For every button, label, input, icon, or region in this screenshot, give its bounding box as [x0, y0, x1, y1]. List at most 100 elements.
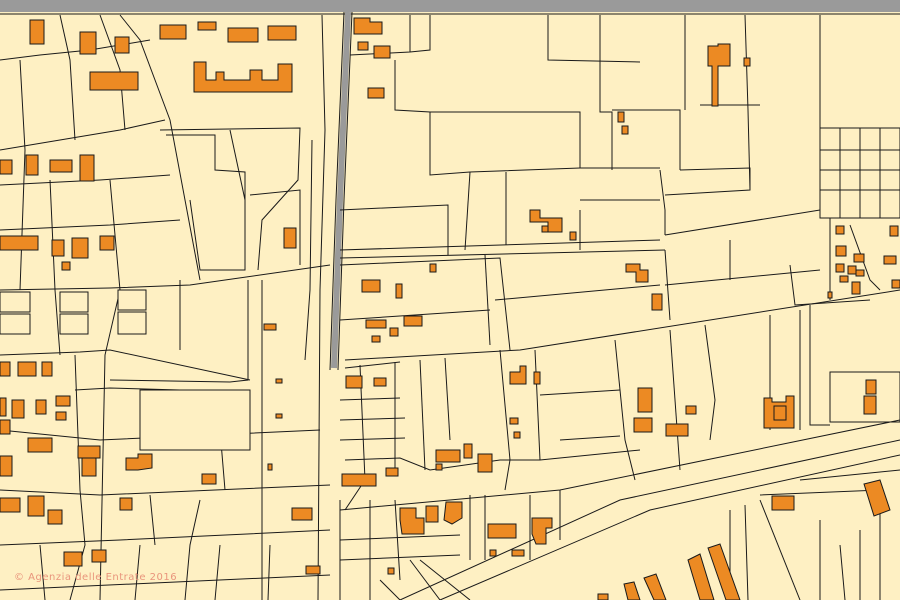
building[interactable] — [839, 275, 849, 283]
building[interactable] — [159, 24, 187, 40]
building[interactable] — [373, 45, 391, 59]
building[interactable] — [305, 565, 321, 575]
building[interactable] — [71, 237, 89, 259]
building[interactable] — [863, 395, 877, 415]
building[interactable] — [643, 573, 667, 600]
building[interactable] — [77, 445, 101, 459]
building[interactable] — [633, 417, 653, 433]
building[interactable] — [533, 371, 541, 385]
building[interactable] — [489, 549, 497, 557]
building[interactable] — [435, 463, 443, 471]
building[interactable] — [275, 378, 283, 384]
building[interactable] — [47, 509, 63, 525]
building[interactable] — [569, 231, 577, 241]
building[interactable] — [687, 553, 715, 600]
building[interactable] — [267, 463, 273, 471]
building[interactable] — [201, 473, 217, 485]
building[interactable] — [511, 549, 525, 557]
building[interactable] — [743, 57, 751, 67]
building[interactable] — [835, 263, 845, 273]
building[interactable] — [79, 31, 97, 55]
building[interactable] — [651, 293, 663, 311]
building[interactable] — [25, 154, 39, 176]
building[interactable] — [55, 395, 71, 407]
building[interactable] — [443, 501, 463, 525]
building[interactable] — [55, 411, 67, 421]
building[interactable] — [17, 361, 37, 377]
map-canvas[interactable] — [0, 0, 900, 600]
cadastral-map[interactable]: © Agenzia delle Entrate 2016 — [0, 0, 900, 600]
building[interactable] — [193, 61, 293, 93]
building[interactable] — [227, 27, 259, 43]
building[interactable] — [99, 235, 115, 251]
building[interactable] — [35, 399, 47, 415]
building[interactable] — [361, 279, 381, 293]
building[interactable] — [617, 111, 625, 123]
building[interactable] — [0, 497, 21, 513]
building[interactable] — [429, 263, 437, 273]
building[interactable] — [509, 365, 527, 385]
building[interactable] — [0, 419, 11, 435]
building[interactable] — [883, 255, 897, 265]
building[interactable] — [623, 581, 641, 600]
building[interactable] — [835, 245, 847, 257]
building[interactable] — [125, 453, 153, 471]
building[interactable] — [597, 593, 609, 600]
building[interactable] — [114, 36, 130, 54]
building[interactable] — [707, 543, 741, 600]
building[interactable] — [851, 281, 861, 295]
building[interactable] — [283, 227, 297, 249]
building[interactable] — [11, 399, 25, 419]
building[interactable] — [291, 507, 313, 521]
building[interactable] — [509, 417, 519, 425]
building[interactable] — [263, 323, 277, 331]
building[interactable] — [119, 497, 133, 511]
building[interactable] — [27, 437, 53, 453]
building[interactable] — [373, 377, 387, 387]
building[interactable] — [51, 239, 65, 257]
building[interactable] — [541, 225, 549, 233]
building[interactable] — [665, 423, 689, 437]
building[interactable] — [63, 551, 83, 567]
building[interactable] — [531, 517, 553, 545]
building[interactable] — [891, 279, 900, 289]
building[interactable] — [399, 507, 425, 535]
building[interactable] — [685, 405, 697, 415]
building[interactable] — [61, 261, 71, 271]
building[interactable] — [863, 479, 891, 517]
building[interactable] — [197, 21, 217, 31]
building[interactable] — [513, 431, 521, 439]
building[interactable] — [855, 269, 865, 277]
building[interactable] — [27, 495, 45, 517]
building[interactable] — [0, 361, 11, 377]
building[interactable] — [625, 263, 649, 283]
building[interactable] — [487, 523, 517, 539]
building[interactable] — [49, 159, 73, 173]
building[interactable] — [41, 361, 53, 377]
building[interactable] — [267, 25, 297, 41]
building[interactable] — [403, 315, 423, 327]
building[interactable] — [275, 413, 283, 419]
building[interactable] — [385, 467, 399, 477]
building[interactable] — [357, 41, 369, 51]
building[interactable] — [435, 449, 461, 463]
building[interactable] — [89, 71, 139, 91]
building[interactable] — [389, 327, 399, 337]
building[interactable] — [865, 379, 877, 395]
building[interactable] — [853, 253, 865, 263]
building[interactable] — [477, 453, 493, 473]
building[interactable] — [395, 283, 403, 299]
building[interactable] — [341, 473, 377, 487]
building[interactable] — [0, 235, 39, 251]
building[interactable] — [425, 505, 439, 523]
building[interactable] — [889, 225, 899, 237]
building[interactable] — [367, 87, 385, 99]
building[interactable] — [79, 154, 95, 182]
building[interactable] — [707, 43, 731, 107]
building[interactable] — [621, 125, 629, 135]
building[interactable] — [771, 495, 795, 511]
building[interactable] — [81, 457, 97, 477]
building[interactable] — [463, 443, 473, 459]
building[interactable] — [387, 567, 395, 575]
building[interactable] — [835, 225, 845, 235]
